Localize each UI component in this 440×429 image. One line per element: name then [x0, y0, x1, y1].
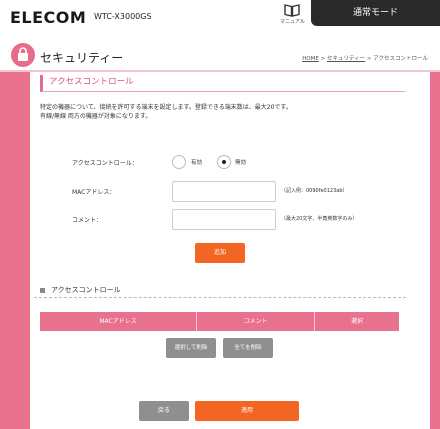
- radio-disabled[interactable]: [217, 155, 231, 169]
- add-button[interactable]: 追加: [195, 243, 245, 263]
- manual-link[interactable]: マニュアル: [280, 4, 305, 25]
- description-line: 特定の機器について、接続を許可する端末を設定します。登録できる端末数は、最大20…: [40, 104, 292, 111]
- breadcrumb: HOME > セキュリティー > アクセスコントロール: [302, 54, 428, 62]
- comment-hint: （最大20文字、半角英数字のみ）: [281, 216, 358, 222]
- delete-selected-button[interactable]: 選択して削除: [166, 338, 216, 358]
- radio-enabled-label: 有効: [191, 160, 203, 166]
- list-heading: アクセスコントロール: [40, 285, 121, 295]
- comment-input[interactable]: [172, 209, 276, 230]
- breadcrumb-sep: >: [318, 56, 327, 62]
- apply-button[interactable]: 適用: [195, 401, 299, 421]
- lock-icon: [11, 43, 35, 67]
- table-header-row: MACアドレス コメント 選択: [40, 312, 399, 331]
- breadcrumb-security[interactable]: セキュリティー: [327, 56, 365, 62]
- breadcrumb-home[interactable]: HOME: [302, 56, 319, 62]
- access-control-label: アクセスコントロール：: [72, 160, 138, 167]
- elecom-logo: ELECOM: [10, 8, 87, 27]
- back-button[interactable]: 戻る: [139, 401, 189, 421]
- page-title: セキュリティー: [40, 51, 124, 65]
- mac-address-label: MACアドレス：: [72, 189, 116, 196]
- manual-label: マニュアル: [280, 19, 305, 25]
- dashed-divider: [34, 297, 406, 298]
- breadcrumb-current: アクセスコントロール: [373, 56, 428, 62]
- column-header-comment: コメント: [197, 312, 315, 331]
- delete-all-button[interactable]: 全てを削除: [223, 338, 273, 358]
- mac-address-input[interactable]: [172, 181, 276, 202]
- section-description: 特定の機器について、接続を許可する端末を設定します。登録できる端末数は、最大20…: [40, 103, 292, 121]
- book-icon: [284, 4, 300, 17]
- radio-enabled[interactable]: [172, 155, 186, 169]
- left-sidebar-band: [0, 70, 30, 429]
- model-name: WTC-X3000GS: [94, 12, 152, 21]
- section-heading: アクセスコントロール: [40, 75, 405, 92]
- normal-mode-button[interactable]: 通常モード: [311, 0, 440, 26]
- square-bullet-icon: [40, 287, 45, 293]
- description-line: 有線/無線 両方の機器が対象になります。: [40, 113, 152, 120]
- column-header-select: 選択: [350, 318, 363, 325]
- radio-disabled-label: 無効: [235, 160, 247, 166]
- mac-address-hint: （記入例：0090fe0123ab）: [281, 188, 348, 194]
- list-heading-text: アクセスコントロール: [51, 286, 121, 294]
- comment-label: コメント：: [72, 217, 103, 224]
- right-sidebar-band: [430, 70, 440, 429]
- column-header-mac: MACアドレス: [40, 312, 197, 331]
- radio-selected-dot: [222, 160, 226, 164]
- page: ELECOM WTC-X3000GS マニュアル 通常モード セキュリティー H…: [0, 0, 440, 429]
